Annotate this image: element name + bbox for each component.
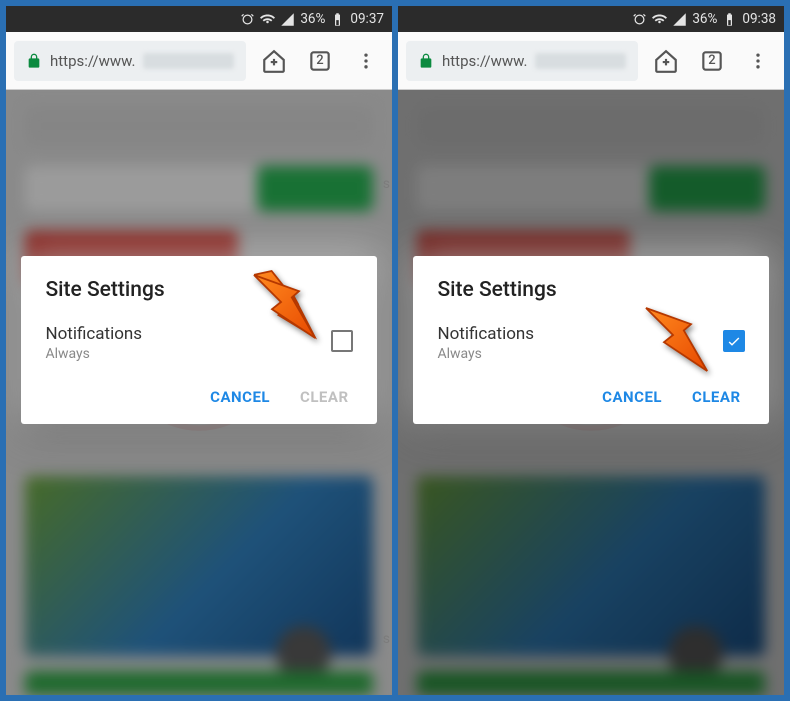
menu-button[interactable]	[348, 43, 384, 79]
signal-icon	[672, 12, 687, 27]
clock-time: 09:37	[350, 11, 384, 27]
url-censored	[143, 53, 234, 69]
dialog-title: Site Settings	[45, 278, 352, 302]
clock-time: 09:38	[742, 11, 776, 27]
dialog-actions: CANCEL CLEAR	[45, 382, 352, 412]
lock-icon	[26, 53, 42, 69]
cancel-button[interactable]: CANCEL	[602, 388, 662, 406]
alarm-icon	[240, 12, 255, 27]
url-censored	[535, 53, 626, 69]
notifications-row[interactable]: Notifications Always	[45, 324, 352, 362]
browser-toolbar: https://www. 2	[6, 32, 392, 90]
clear-button[interactable]: CLEAR	[300, 388, 349, 406]
notifications-label: Notifications	[45, 324, 142, 344]
dialog-title: Site Settings	[437, 278, 744, 302]
url-text: https://www.	[50, 52, 135, 70]
alarm-icon	[632, 12, 647, 27]
clear-button[interactable]: CLEAR	[692, 388, 741, 406]
check-icon	[726, 333, 742, 349]
notifications-sub: Always	[437, 346, 534, 362]
signal-icon	[280, 12, 295, 27]
tabs-button[interactable]: 2	[302, 43, 338, 79]
dialog-actions: CANCEL CLEAR	[437, 382, 744, 412]
notifications-checkbox[interactable]	[723, 330, 745, 352]
cancel-button[interactable]: CANCEL	[210, 388, 270, 406]
battery-percent: 36%	[300, 11, 325, 27]
battery-icon	[722, 12, 737, 27]
notifications-sub: Always	[45, 346, 142, 362]
phone-left: PC s s 36% 09:37 https://www. 2 Site Set…	[6, 6, 392, 695]
notifications-checkbox[interactable]	[331, 330, 353, 352]
phone-right: PC 36% 09:38 https://www. 2 Site Setting…	[398, 6, 784, 695]
address-bar[interactable]: https://www.	[406, 41, 638, 81]
address-bar[interactable]: https://www.	[14, 41, 246, 81]
notifications-label: Notifications	[437, 324, 534, 344]
site-settings-dialog: Site Settings Notifications Always CANCE…	[413, 256, 768, 424]
battery-percent: 36%	[692, 11, 717, 27]
tabs-count: 2	[316, 53, 323, 68]
tabs-count: 2	[708, 53, 715, 68]
battery-icon	[330, 12, 345, 27]
notifications-row[interactable]: Notifications Always	[437, 324, 744, 362]
menu-button[interactable]	[740, 43, 776, 79]
wifi-icon	[260, 12, 275, 27]
home-plus-button[interactable]	[648, 43, 684, 79]
status-bar: 36% 09:37	[6, 6, 392, 32]
wifi-icon	[652, 12, 667, 27]
status-bar: 36% 09:38	[398, 6, 784, 32]
home-plus-button[interactable]	[256, 43, 292, 79]
site-settings-dialog: Site Settings Notifications Always CANCE…	[21, 256, 376, 424]
tabs-button[interactable]: 2	[694, 43, 730, 79]
browser-toolbar: https://www. 2	[398, 32, 784, 90]
url-text: https://www.	[442, 52, 527, 70]
lock-icon	[418, 53, 434, 69]
